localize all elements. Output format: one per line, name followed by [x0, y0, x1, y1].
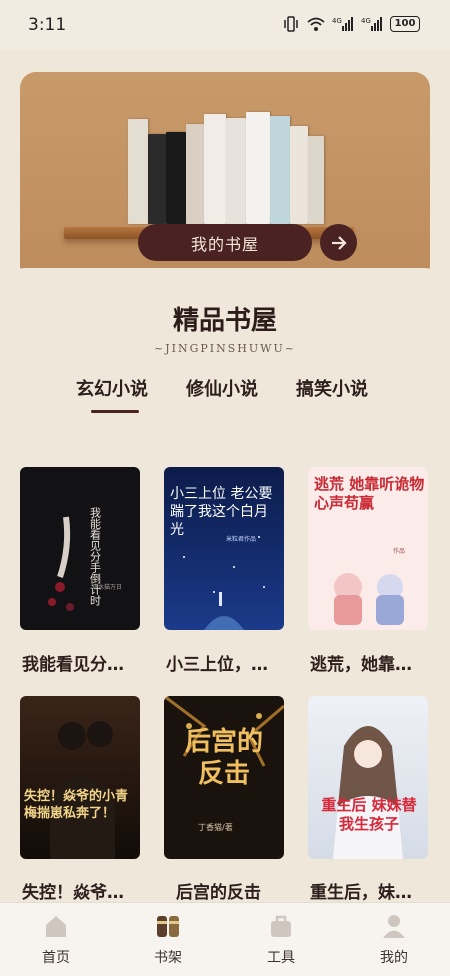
book-card[interactable]: 小三上位 老公要踹了我这个白月光 米粒君作品	[164, 467, 284, 630]
book-cover: 失控！焱爷的小青梅揣崽私奔了！	[20, 696, 140, 859]
status-time: 3:11	[28, 15, 67, 35]
cover-author: 米粒君作品	[226, 535, 256, 543]
book-spine	[148, 134, 166, 224]
cover-text: 后宫的反击	[184, 727, 263, 789]
book-title[interactable]: 逃荒，她靠…	[310, 650, 438, 675]
arrow-right-icon	[331, 235, 347, 250]
book-spine	[308, 136, 324, 224]
tab-gaoxiao[interactable]: 搞笑小说	[296, 375, 368, 401]
book-cover: 小三上位 老公要踹了我这个白月光 米粒君作品	[164, 467, 284, 630]
book-spine	[226, 118, 246, 224]
book-spine	[166, 132, 186, 224]
cover-author: 清水猫万日	[92, 583, 122, 591]
book-title[interactable]: 重生后，妹…	[310, 878, 438, 903]
nav-label: 书架	[154, 950, 182, 966]
book-title[interactable]: 后宫的反击	[176, 878, 304, 903]
cover-author: 作品	[393, 547, 405, 555]
book-spine	[128, 119, 148, 224]
arrow-right-button[interactable]	[320, 224, 357, 261]
signal-icon: 4G	[332, 17, 353, 31]
book-card[interactable]: 失控！焱爷的小青梅揣崽私奔了！	[20, 696, 140, 859]
cover-text: 重生后 妹妹替我生孩子	[321, 796, 417, 833]
nav-item-home[interactable]: 首页	[21, 913, 91, 967]
book-title[interactable]: 我能看见分…	[22, 650, 150, 675]
battery-icon: 100	[390, 16, 420, 32]
vibrate-icon	[284, 16, 298, 32]
bookshelf-icon	[157, 916, 179, 937]
book-cover: 重生后 妹妹替我生孩子	[308, 696, 428, 859]
signal-icon-2: 4G	[361, 17, 382, 31]
status-bar: 3:11 4G 4G 100	[0, 0, 450, 50]
book-card[interactable]: 重生后 妹妹替我生孩子	[308, 696, 428, 859]
status-icons: 4G 4G 100	[282, 16, 420, 32]
cover-author: 丁香猫/著	[198, 822, 233, 832]
book-title[interactable]: 小三上位，…	[166, 650, 294, 675]
book-spine	[186, 124, 204, 224]
cover-text: 失控！焱爷的小青梅揣崽私奔了！	[24, 789, 129, 821]
book-card[interactable]: 我能看见分手倒计时 清水猫万日	[20, 467, 140, 630]
book-cover: 逃荒 她靠听诡物心声苟赢 作品	[308, 467, 428, 630]
book-card[interactable]: 后宫的反击 丁香猫/著	[164, 696, 284, 859]
nav-item-bookshelf[interactable]: 书架	[133, 913, 203, 967]
book-spine	[246, 112, 270, 224]
cover-text: 逃荒 她靠听诡物心声苟赢	[314, 475, 425, 512]
cover-text: 小三上位 老公要踹了我这个白月光	[170, 486, 273, 538]
nav-label: 首页	[42, 950, 70, 966]
nav-item-profile[interactable]: 我的	[359, 913, 429, 967]
home-icon	[46, 916, 66, 937]
active-tab-indicator	[91, 410, 139, 413]
tab-xiuxian[interactable]: 修仙小说	[186, 375, 258, 401]
book-spine	[290, 126, 308, 224]
nav-label: 我的	[380, 950, 408, 966]
nav-label: 工具	[267, 950, 295, 966]
book-title[interactable]: 失控！焱爷…	[22, 878, 150, 903]
bottom-nav: 首页 书架 工具 我的	[0, 902, 450, 976]
section-subtitle: ~JINGPINSHUWU~	[154, 342, 296, 355]
toolbox-icon	[271, 915, 291, 937]
wifi-icon	[307, 17, 325, 31]
book-cover: 后宫的反击 丁香猫/著	[164, 696, 284, 859]
tab-xuanhuan[interactable]: 玄幻小说	[76, 375, 148, 401]
book-spine	[204, 114, 226, 224]
cover-text: 我能看见分手倒计时	[89, 507, 102, 606]
profile-icon	[383, 915, 405, 938]
network-label: 4G	[332, 17, 342, 25]
nav-item-tools[interactable]: 工具	[246, 913, 316, 967]
network-label-2: 4G	[361, 17, 371, 25]
my-bookhouse-button[interactable]: 我的书屋	[138, 224, 312, 261]
book-card[interactable]: 逃荒 她靠听诡物心声苟赢 作品	[308, 467, 428, 630]
book-spine	[270, 116, 290, 224]
book-cover: 我能看见分手倒计时 清水猫万日	[20, 467, 140, 630]
section-title: 精品书屋	[172, 306, 277, 336]
